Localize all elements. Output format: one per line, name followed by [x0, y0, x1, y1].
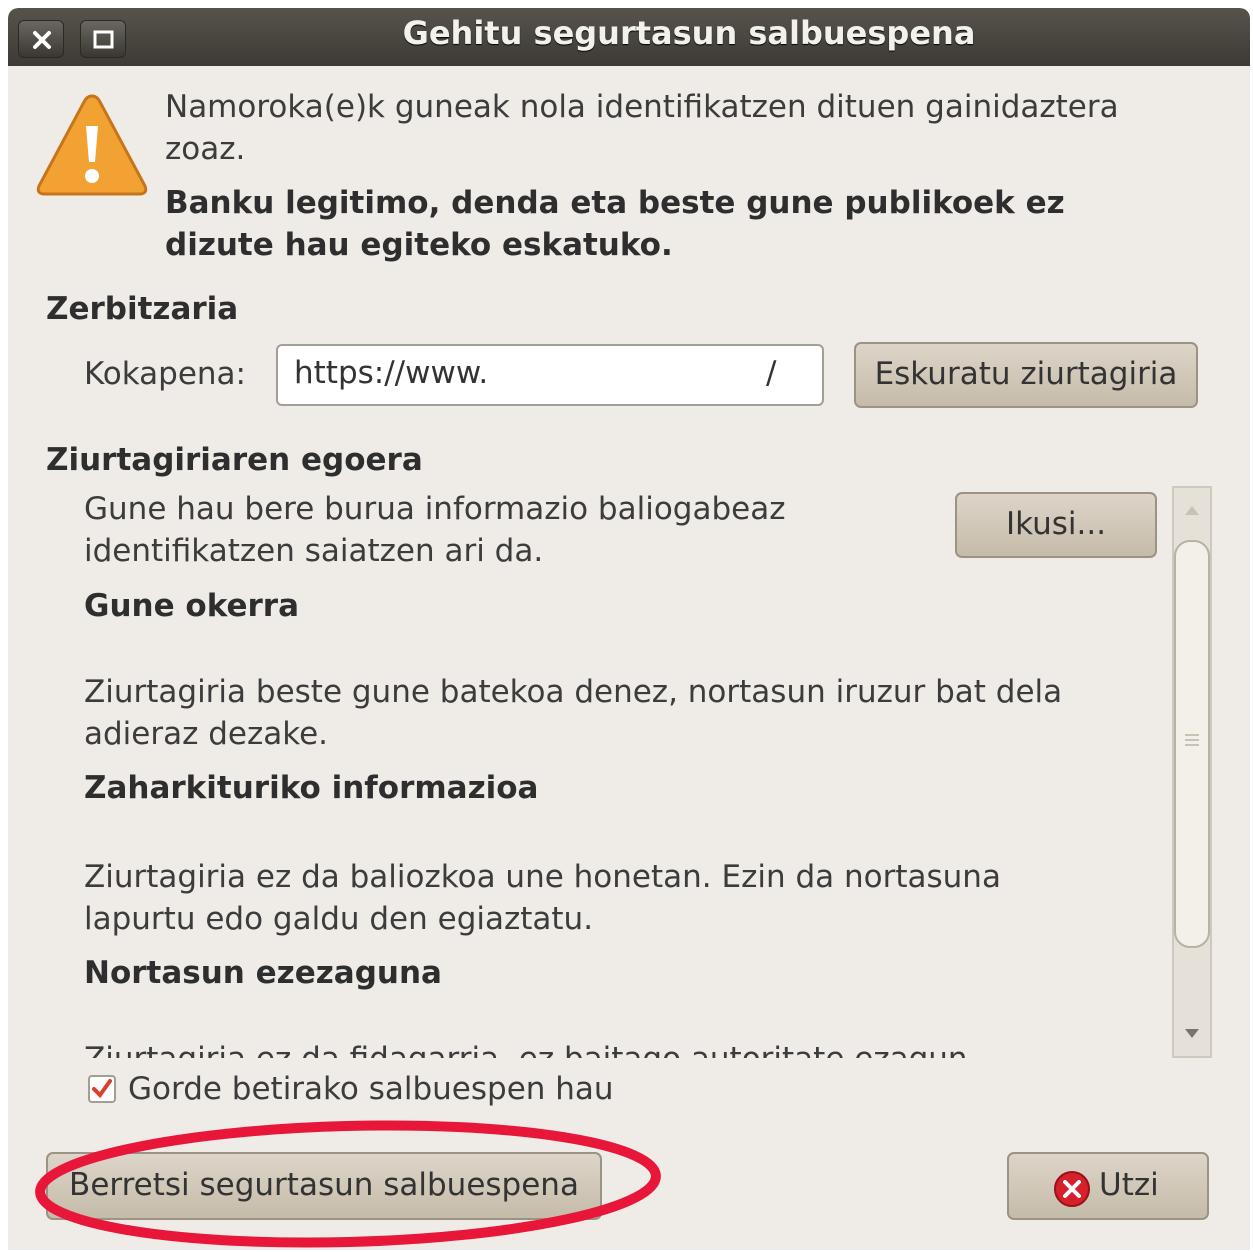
unknown-identity-title: Nortasun ezezaguna — [84, 955, 442, 991]
grip-icon — [1185, 734, 1199, 746]
clipped-text-area: Ziurtagiria ez da fidagarria, ez baitago… — [78, 1038, 1168, 1058]
certificate-status-heading: Ziurtagiriaren egoera — [46, 442, 423, 478]
outdated-info-line2: lapurtu edo galdu den egiaztatu. — [84, 901, 594, 937]
status-intro-line2: identifikatzen saiatzen ari da. — [84, 533, 544, 569]
location-slash: / — [766, 355, 777, 391]
title-bar: Gehitu segurtasun salbuespena — [8, 8, 1250, 66]
permanent-exception-checkbox[interactable] — [88, 1075, 116, 1103]
location-value: https://www. — [294, 355, 489, 391]
permanent-exception-label[interactable]: Gorde betirako salbuespen hau — [128, 1068, 614, 1110]
location-label: Kokapena: — [84, 356, 246, 392]
dialog-window: Gehitu segurtasun salbuespena Namoroka(e… — [8, 8, 1250, 1250]
warning-icon — [36, 94, 148, 196]
get-certificate-button[interactable]: Eskuratu ziurtagiria — [854, 342, 1198, 408]
unknown-identity-line1: Ziurtagiria ez da fidagarria, ez baitago… — [84, 1038, 968, 1058]
warning-text-line2: zoaz. — [165, 131, 246, 167]
server-heading: Zerbitzaria — [46, 291, 239, 327]
highlight-ellipse — [35, 1120, 661, 1248]
outdated-info-line1: Ziurtagiria ez da baliozkoa une honetan.… — [84, 859, 1001, 895]
wrong-site-title: Gune okerra — [84, 588, 300, 624]
cancel-label: Utzi — [1099, 1167, 1159, 1203]
window-title: Gehitu segurtasun salbuespena — [402, 14, 976, 52]
warning-text-line1: Namoroka(e)k guneak nola identifikatzen … — [165, 89, 1119, 125]
view-certificate-button[interactable]: Ikusi... — [955, 492, 1157, 558]
scroll-down-arrow-icon[interactable] — [1182, 1026, 1202, 1042]
get-certificate-label: Eskuratu ziurtagiria — [874, 356, 1178, 392]
wrong-site-line1: Ziurtagiria beste gune batekoa denez, no… — [84, 674, 1063, 710]
cancel-icon — [1054, 1171, 1090, 1207]
location-input[interactable]: https://www. / — [276, 344, 824, 406]
scroll-up-arrow-icon[interactable] — [1182, 502, 1202, 518]
warning-bold-line2: dizute hau egiteko eskatuko. — [165, 227, 673, 263]
outdated-info-title: Zaharkituriko informazioa — [84, 770, 539, 806]
view-certificate-label: Ikusi... — [1005, 506, 1107, 542]
checkmark-icon — [92, 1079, 112, 1099]
warning-bold-line1: Banku legitimo, denda eta beste gune pub… — [165, 185, 1065, 221]
wrong-site-line2: adieraz dezake. — [84, 716, 329, 752]
status-intro-line1: Gune hau bere burua informazio baliogabe… — [84, 491, 786, 527]
cancel-button[interactable]: Utzi — [1007, 1152, 1209, 1220]
